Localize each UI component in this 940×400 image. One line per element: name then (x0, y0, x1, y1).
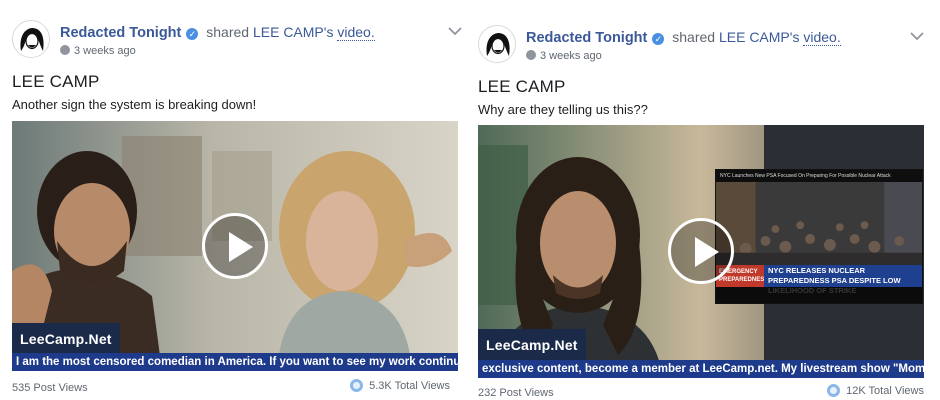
total-views: 5.3K Total Views (350, 379, 450, 392)
globe-icon (60, 45, 70, 55)
post-caption: Another sign the system is breaking down… (12, 97, 257, 112)
author-link[interactable]: LEE CAMP's (719, 29, 799, 45)
verified-badge-icon: ✓ (186, 28, 199, 40)
avatar-illustration (479, 26, 515, 62)
video-player[interactable]: NYC Launches New PSA Focused On Preparin… (478, 125, 924, 378)
leecamp-logo: LeeCamp.Net (12, 323, 120, 355)
post-title: LEE CAMP (12, 72, 100, 91)
timestamp[interactable]: 3 weeks ago (74, 45, 136, 57)
avatar[interactable] (478, 25, 516, 63)
video-link[interactable]: video. (803, 29, 841, 46)
timestamp[interactable]: 3 weeks ago (540, 50, 602, 62)
play-icon (229, 232, 253, 262)
post-caption: Why are they telling us this?? (478, 102, 648, 117)
post-views: 232 Post Views (478, 387, 554, 399)
news-inset: NYC Launches New PSA Focused On Preparin… (715, 169, 923, 304)
post-card: Redacted Tonight ✓ shared LEE CAMP's vide… (470, 0, 940, 400)
video-player[interactable]: LeeCamp.Net I am the most censored comed… (12, 121, 458, 371)
share-line: Redacted Tonight ✓ shared LEE CAMP's vide… (60, 24, 375, 41)
video-ticker: I am the most censored comedian in Ameri… (12, 353, 458, 371)
views-circle-icon (827, 384, 841, 397)
inset-player-controls (716, 287, 922, 303)
play-button[interactable] (668, 218, 734, 284)
play-button[interactable] (202, 213, 268, 279)
post-time: 3 weeks ago (60, 45, 136, 57)
globe-icon (526, 50, 536, 60)
total-views-label: 12K Total Views (846, 385, 924, 397)
avatar-illustration (13, 21, 49, 57)
play-icon (695, 237, 719, 267)
chevron-down-icon[interactable] (448, 26, 462, 36)
video-link[interactable]: video. (337, 24, 375, 41)
shared-text: shared (672, 29, 716, 45)
post-header: Redacted Tonight ✓ shared LEE CAMP's vide… (478, 25, 940, 65)
video-ticker: exclusive content, become a member at Le… (478, 360, 924, 378)
author-link[interactable]: LEE CAMP's (253, 24, 333, 40)
inset-title: NYC Launches New PSA Focused On Preparin… (716, 170, 922, 182)
post-card: Redacted Tonight ✓ shared LEE CAMP's vide… (0, 0, 462, 400)
total-views-label: 5.3K Total Views (369, 380, 450, 392)
share-line: Redacted Tonight ✓ shared LEE CAMP's vide… (526, 29, 841, 46)
news-lower-third: EMERGENCY PREPAREDNESS NYC RELEASES NUCL… (716, 265, 922, 295)
avatar[interactable] (12, 20, 50, 58)
lower-third-headline: NYC RELEASES NUCLEAR PREPAREDNESS PSA DE… (764, 265, 922, 295)
views-circle-icon (350, 379, 364, 392)
verified-badge-icon: ✓ (652, 33, 665, 45)
leecamp-logo: LeeCamp.Net (478, 329, 586, 361)
post-header: Redacted Tonight ✓ shared LEE CAMP's vide… (12, 20, 474, 60)
post-title: LEE CAMP (478, 77, 566, 96)
post-views: 535 Post Views (12, 382, 88, 394)
chevron-down-icon[interactable] (910, 31, 924, 41)
total-views: 12K Total Views (827, 384, 924, 397)
shared-text: shared (206, 24, 250, 40)
post-time: 3 weeks ago (526, 50, 602, 62)
page-name-link[interactable]: Redacted Tonight (60, 25, 181, 41)
page-name-link[interactable]: Redacted Tonight (526, 30, 647, 46)
